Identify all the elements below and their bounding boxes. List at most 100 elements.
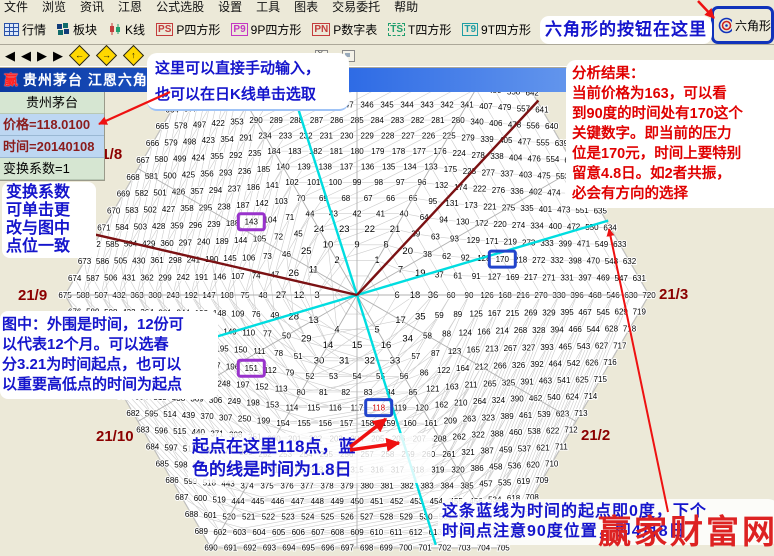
hex-cell[interactable]: 26	[288, 268, 299, 279]
hex-cell[interactable]: 121	[426, 385, 440, 394]
hex-cell[interactable]: 705	[496, 544, 510, 553]
hex-cell[interactable]: 35	[415, 312, 426, 323]
hex-cell[interactable]: 155	[297, 419, 311, 428]
hex-cell[interactable]: 159	[382, 419, 396, 428]
hex-cell[interactable]: 500	[163, 171, 177, 180]
hex-cell[interactable]: 356	[200, 170, 214, 179]
hex-cell[interactable]: 136	[361, 163, 375, 172]
hex-cell[interactable]: 685	[156, 459, 170, 468]
hex-cell[interactable]: 514	[163, 410, 177, 419]
hex-cell[interactable]: 294	[209, 186, 223, 195]
hex-cell[interactable]: 217	[524, 273, 538, 282]
hex-cell[interactable]: 710	[545, 459, 559, 468]
hex-cell[interactable]: 682	[126, 409, 140, 418]
hex-cell[interactable]: 198	[247, 399, 261, 408]
hex-cell[interactable]: 713	[574, 409, 588, 418]
hex-cell[interactable]: 63	[431, 233, 440, 242]
hex-cell[interactable]: 338	[490, 152, 504, 161]
menu-formula-stockpick[interactable]: 公式选股	[156, 1, 204, 14]
hex-cell[interactable]: 94	[439, 216, 448, 225]
hex-cell[interactable]: 527	[360, 513, 374, 522]
hex-cell[interactable]: 407	[479, 102, 493, 111]
hex-cell[interactable]: 467	[578, 308, 592, 317]
hex-cell[interactable]: 579	[164, 138, 178, 147]
hex-cell[interactable]: 344	[400, 100, 414, 109]
hex-cell[interactable]: 327	[522, 343, 536, 352]
hex-cell[interactable]: 266	[493, 362, 507, 371]
p9-square-button[interactable]: P9 9P四方形	[231, 21, 301, 38]
hex-cell[interactable]: 445	[251, 497, 265, 506]
hex-cell[interactable]: 293	[219, 168, 233, 177]
hex-cell[interactable]: 213	[485, 345, 499, 354]
hex-cell[interactable]: 265	[483, 379, 497, 388]
hex-cell[interactable]: 353	[230, 118, 244, 127]
hex-cell[interactable]: 390	[510, 395, 524, 404]
menu-news[interactable]: 资讯	[80, 1, 104, 14]
hex-cell[interactable]: 31	[339, 356, 350, 367]
hex-cell[interactable]: 465	[559, 342, 573, 351]
hex-cell[interactable]: 122	[437, 366, 451, 375]
hex-cell[interactable]: 132	[435, 181, 449, 190]
hex-cell[interactable]: 674	[68, 274, 82, 283]
hex-cell[interactable]: 556	[526, 121, 540, 130]
hex-cell[interactable]: 329	[542, 308, 556, 317]
hex-cell[interactable]: 446	[271, 497, 285, 506]
hex-cell[interactable]: 451	[370, 497, 384, 506]
hex-cell[interactable]: 686	[165, 476, 179, 485]
hex-cell[interactable]: 283	[391, 116, 405, 125]
hex-cell[interactable]: 627	[595, 342, 609, 351]
hex-cell[interactable]: 169	[506, 273, 520, 282]
hex-cell[interactable]: 521	[242, 513, 256, 522]
hex-cell[interactable]: 23	[339, 224, 350, 235]
hex-cell[interactable]: 158	[361, 419, 375, 428]
hex-cell[interactable]: 343	[420, 100, 434, 109]
hex-cell[interactable]: 498	[183, 137, 197, 146]
hex-cell[interactable]: 129	[467, 236, 481, 245]
hex-cell[interactable]: 323	[482, 413, 496, 422]
hex-cell[interactable]: 220	[493, 220, 507, 229]
hex-cell[interactable]: 709	[535, 476, 549, 485]
hex-cell[interactable]: 397	[578, 274, 592, 283]
hex-cell[interactable]: 131	[445, 199, 459, 208]
hex-cell[interactable]: 346	[360, 100, 374, 109]
hex-cell[interactable]: 62	[442, 252, 451, 261]
hex-cell[interactable]: 249	[228, 397, 242, 406]
hex-cell[interactable]: 695	[302, 544, 316, 553]
hex-cell[interactable]: 277	[482, 168, 496, 177]
t-square-button[interactable]: TS T四方形	[388, 21, 451, 38]
hex-cell[interactable]: 250	[238, 415, 252, 424]
hex-cell[interactable]: 41	[376, 209, 385, 218]
hex-cell[interactable]: 134	[403, 163, 417, 172]
hex-cell[interactable]: 427	[162, 205, 176, 214]
hex-cell[interactable]: 279	[461, 133, 475, 142]
hex-cell[interactable]: 399	[559, 239, 573, 248]
menu-file[interactable]: 文件	[4, 1, 28, 14]
hex-cell[interactable]: 113	[275, 385, 288, 394]
hex-cell[interactable]: 548	[605, 257, 619, 266]
hex-cell[interactable]: 139	[297, 163, 311, 172]
hex-cell[interactable]: 106	[242, 253, 256, 262]
hex-cell[interactable]: 580	[155, 155, 169, 164]
hex-cell[interactable]: 89	[453, 310, 462, 319]
hex-cell[interactable]: 698	[360, 544, 374, 553]
sectors-button[interactable]: 板块	[57, 21, 97, 38]
hex-cell[interactable]: 596	[155, 426, 169, 435]
hex-cell[interactable]: 703	[457, 544, 471, 553]
menu-gann[interactable]: 江恩	[118, 1, 142, 14]
hex-cell[interactable]: 447	[291, 497, 305, 506]
hexagon-tool-button[interactable]: 六角形	[711, 6, 774, 44]
hex-cell[interactable]: 398	[569, 256, 583, 265]
hex-cell[interactable]: 394	[550, 325, 564, 334]
hex-cell[interactable]: 423	[202, 136, 216, 145]
hex-cell[interactable]: 528	[380, 513, 394, 522]
hex-cell[interactable]: 422	[212, 119, 226, 128]
hex-cell[interactable]: 505	[114, 257, 128, 266]
hex-cell[interactable]: 138	[319, 163, 333, 172]
hex-cell[interactable]: 499	[173, 154, 187, 163]
hex-cell[interactable]: 145	[223, 254, 237, 263]
hex-cell[interactable]: 187	[236, 201, 250, 210]
hex-cell[interactable]: 269	[524, 309, 538, 318]
hex-cell[interactable]: 209	[444, 417, 458, 426]
hex-cell[interactable]: 166	[477, 327, 491, 336]
hex-cell[interactable]: 164	[456, 364, 470, 373]
